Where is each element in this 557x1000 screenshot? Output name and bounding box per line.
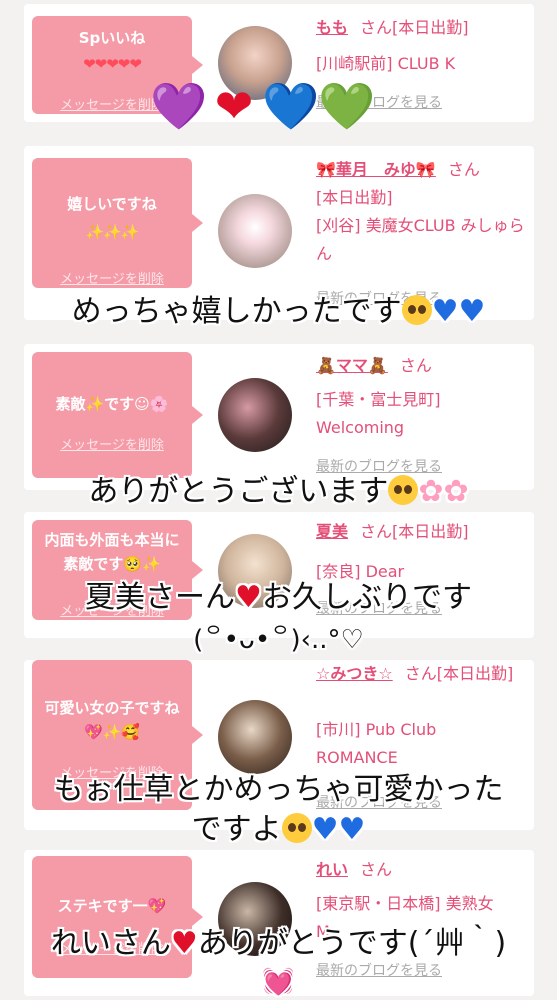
cast-name[interactable]: 夏美	[316, 522, 348, 541]
cast-status: [本日出勤]	[316, 188, 393, 207]
message-text: 嬉しいですね	[67, 195, 157, 213]
sparkle-row-icon: ✨✨✨	[85, 223, 139, 241]
pleading-face-icon	[401, 295, 432, 325]
red-heart-icon: ❤	[214, 79, 254, 133]
message-text: 可愛い女の子ですね💖✨🥰	[44, 699, 180, 741]
cast-name[interactable]: 🎀華月 みゆ🎀	[316, 160, 436, 179]
message-text: 素敵✨です☺🌸	[55, 395, 169, 413]
cast-info: 🧸ママ🧸 さん [千葉・富士見町] Welcoming	[316, 352, 528, 442]
blue-heart-icon: 💙	[262, 79, 320, 133]
cast-status: さん[本日出勤]	[360, 522, 469, 541]
caption-text: めっちゃ嬉しかったです	[71, 294, 402, 329]
cast-name[interactable]: 🧸ママ🧸	[316, 356, 388, 375]
caption-text: ありがとうです(´艸｀)	[197, 926, 507, 961]
cast-name[interactable]: もも	[316, 18, 348, 37]
red-heart-icon: ♥	[235, 580, 262, 615]
avatar[interactable]	[218, 378, 292, 452]
caption-text: れいさん	[50, 926, 171, 961]
shop-name: [川崎駅前] CLUB K	[316, 54, 456, 73]
heart-pulse-icon: 💓	[262, 967, 295, 997]
cast-info: ☆みつき☆ さん[本日出勤] [市川] Pub Club ROMANCE	[316, 660, 528, 772]
shop-name: [千葉・富士見町] Welcoming	[316, 390, 441, 437]
caption-line-5: れいさん♥ありがとうです(´艸｀)	[0, 924, 557, 964]
purple-heart-icon: 💜	[150, 79, 208, 133]
pleading-face-icon	[281, 813, 312, 843]
cast-info: もも さん[本日出勤] [川崎駅前] CLUB K	[316, 14, 528, 78]
caption-text: お久しぶりです	[261, 580, 472, 615]
avatar[interactable]	[218, 194, 292, 268]
cast-name[interactable]: ☆みつき☆	[316, 664, 393, 683]
message-bubble: 嬉しいですね ✨✨✨ メッセージを削除	[32, 158, 203, 288]
caption-line-3: 夏美さーん♥お久しぶりです	[0, 578, 557, 618]
blue-heart-icon: ♥♥	[431, 294, 486, 329]
cast-san: さん	[447, 160, 480, 179]
green-heart-icon: 💚	[318, 79, 376, 133]
caption-line-4b: ですよ ♥♥	[0, 810, 557, 850]
caption-line-2: ありがとうございます ✿✿	[0, 472, 557, 512]
blue-heart-icon: ♥♥	[311, 812, 366, 847]
message-text: 内面も外面も本当に素敵です🥺✨	[44, 531, 180, 573]
caption-text: もぉ仕草とかめっちゃ可愛かった	[53, 772, 504, 807]
caption-text: ですよ	[191, 812, 282, 847]
caption-text: 夏美さーん	[85, 580, 236, 615]
red-heart-icon: ♥	[170, 926, 198, 961]
cast-san: さん	[360, 860, 393, 879]
cast-info: 夏美 さん[本日出勤] [奈良] Dear	[316, 518, 528, 586]
heart-row-icon: ❤❤❤❤❤	[83, 55, 142, 73]
shop-name: [刈谷] 美魔女CLUB みしゅらん	[316, 216, 525, 263]
caption-line-3b: (꒪•ᴗ•꒪)‹..°♡	[0, 620, 557, 660]
caption-line-5b: 💓	[0, 962, 557, 1000]
delete-message-link[interactable]: メッセージを削除	[32, 434, 192, 453]
message-bubble: 素敵✨です☺🌸 メッセージを削除	[32, 352, 203, 478]
message-text: ステキです一💖	[57, 897, 167, 915]
message-card: 素敵✨です☺🌸 メッセージを削除 🧸ママ🧸 さん [千葉・富士見町] Welcom…	[24, 344, 534, 490]
caption-text: ありがとうございます	[88, 474, 389, 509]
cast-status: さん[本日出勤]	[360, 18, 469, 37]
pleading-face-icon	[388, 475, 419, 505]
heart-stickers: 💜 ❤ 💙💚	[150, 78, 380, 134]
cast-san: さん	[399, 356, 432, 375]
cast-name[interactable]: れい	[316, 860, 348, 879]
avatar[interactable]	[218, 700, 292, 774]
delete-message-link[interactable]: メッセージを削除	[32, 268, 192, 287]
caption-line-1: めっちゃ嬉しかったです ♥♥	[0, 292, 557, 332]
caption-line-4: もぉ仕草とかめっちゃ可愛かった	[0, 770, 557, 810]
cast-status: さん[本日出勤]	[404, 664, 514, 683]
message-text: Spいいね	[78, 29, 146, 47]
cast-info: 🎀華月 みゆ🎀 さん [本日出勤] [刈谷] 美魔女CLUB みしゅらん	[316, 156, 528, 268]
cherry-blossom-icon: ✿✿	[418, 474, 469, 509]
shop-name: [市川] Pub Club ROMANCE	[316, 720, 437, 767]
kaomoji-text: (꒪•ᴗ•꒪)‹..°♡	[193, 625, 364, 655]
